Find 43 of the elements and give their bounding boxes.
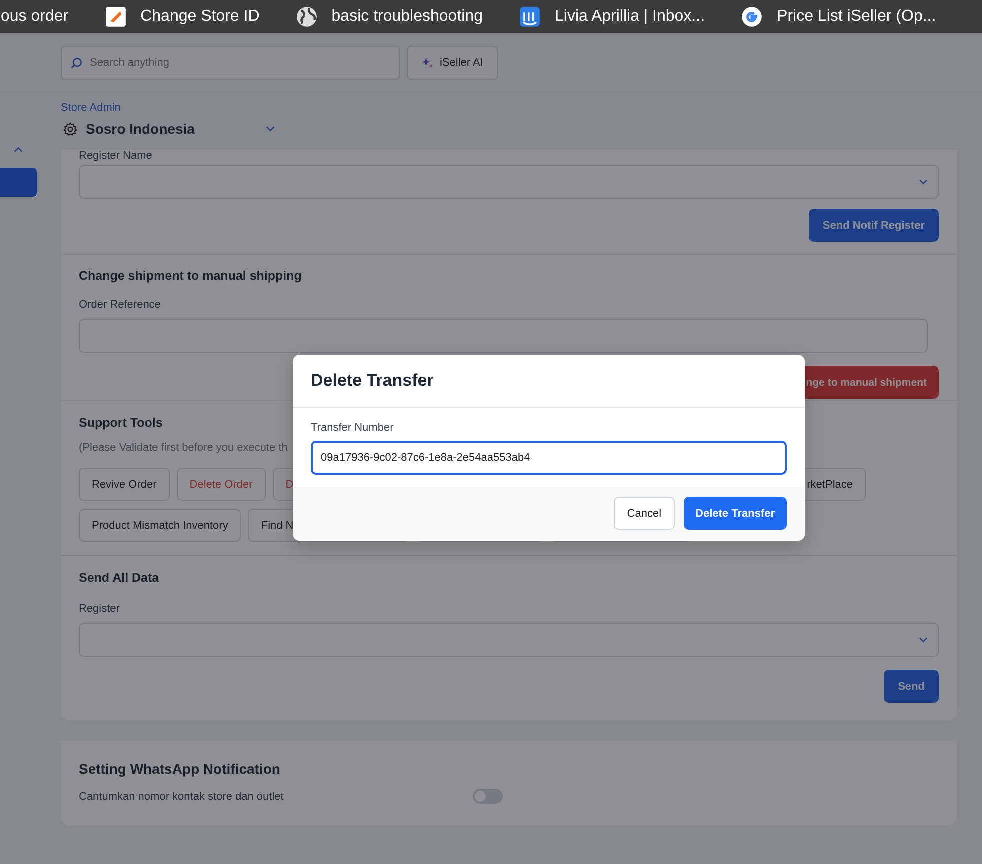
bookmark-link[interactable]: Change Store ID (104, 0, 260, 33)
chevron-down-icon (919, 637, 928, 643)
register-select[interactable] (79, 165, 939, 199)
chevron-down-icon (919, 179, 928, 185)
section-title: Change shipment to manual shipping (79, 269, 302, 283)
bookmark-link[interactable]: ous order (1, 0, 69, 33)
send-button[interactable]: Send (884, 670, 939, 703)
tile-icon (104, 6, 127, 28)
chevron-down-icon[interactable] (266, 126, 275, 132)
sidebar-item[interactable] (0, 168, 37, 197)
register-select[interactable] (79, 623, 939, 657)
tool-button[interactable]: Product Mismatch Inventory (79, 509, 242, 542)
globe-icon (296, 6, 318, 28)
field-label: Order Reference (79, 299, 161, 311)
store-name: Sosro Indonesia (86, 121, 196, 137)
store-role: Store Admin (61, 102, 122, 114)
dialog-button[interactable]: Delete Transfer (684, 497, 787, 530)
ai-assistant-button[interactable]: iSeller AI (407, 46, 498, 80)
field-label: Register Name (79, 150, 152, 162)
order-reference-field[interactable] (79, 319, 928, 353)
section-title: Send All Data (79, 571, 160, 585)
bookmark-link[interactable]: Livia Aprillia | Inbox... (519, 0, 706, 33)
field-label: Register (79, 603, 120, 615)
mail-icon (519, 6, 541, 28)
section-title: Setting WhatsApp Notification (79, 760, 282, 777)
bookmark-link[interactable]: basic troubleshooting (296, 0, 483, 33)
field-label: Transfer Number (311, 422, 394, 434)
search-field[interactable]: Search anything (61, 46, 400, 80)
tool-button[interactable]: Revive Order (79, 468, 170, 501)
toggle-switch[interactable] (473, 789, 503, 804)
dialog-title: Delete Transfer (293, 355, 805, 408)
settings-icon (63, 122, 78, 136)
bookmark-link[interactable]: Price List iSeller (Op... (741, 0, 936, 33)
section-title: Support Tools (79, 416, 163, 430)
transfer-number-field[interactable]: 09a17936-9c02-87c6-1e8a-2e54aa553ab4 (311, 441, 787, 475)
search-icon (70, 57, 83, 70)
dialog-button[interactable]: Cancel (614, 497, 675, 530)
send-notif-button[interactable]: Send Notif Register (808, 209, 939, 242)
chevron-up-icon[interactable] (14, 147, 23, 153)
sparkle-icon (422, 57, 434, 69)
tool-button[interactable]: Delete Order (176, 468, 266, 501)
option-label: Cantumkan nomor kontak store dan outlet (79, 790, 285, 802)
section-note: (Please Validate first before you execute th (79, 442, 288, 454)
